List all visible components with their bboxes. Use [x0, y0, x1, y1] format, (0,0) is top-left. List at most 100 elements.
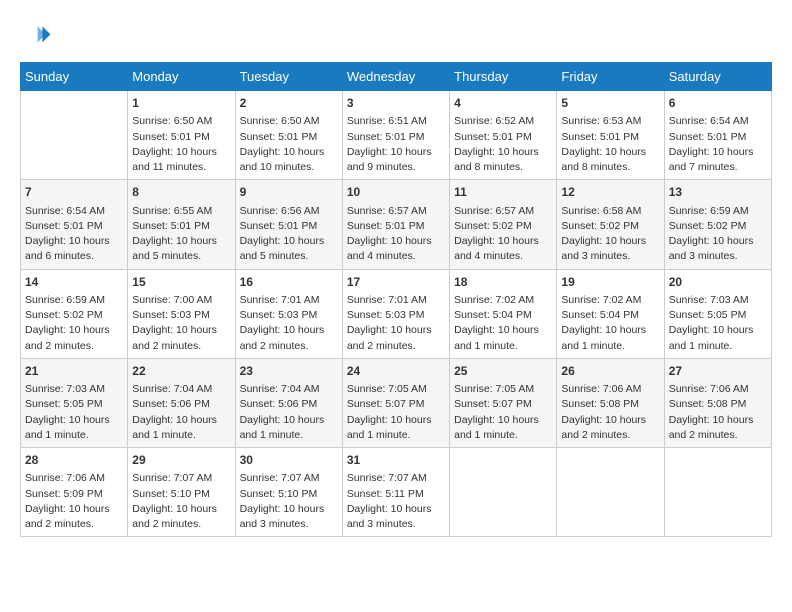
day-info: and 5 minutes.	[132, 249, 230, 264]
day-info: Daylight: 10 hours	[669, 145, 767, 160]
day-info: Sunset: 5:01 PM	[347, 219, 445, 234]
day-info: Daylight: 10 hours	[25, 413, 123, 428]
day-info: and 2 minutes.	[669, 428, 767, 443]
day-info: Daylight: 10 hours	[240, 323, 338, 338]
day-info: Daylight: 10 hours	[669, 413, 767, 428]
day-info: Sunset: 5:09 PM	[25, 487, 123, 502]
day-number: 27	[669, 363, 767, 380]
calendar-cell: 1Sunrise: 6:50 AMSunset: 5:01 PMDaylight…	[128, 91, 235, 180]
day-info: and 3 minutes.	[347, 517, 445, 532]
day-info: Sunrise: 6:59 AM	[669, 204, 767, 219]
day-number: 18	[454, 274, 552, 291]
day-info: Sunrise: 6:54 AM	[669, 114, 767, 129]
day-info: Daylight: 10 hours	[454, 145, 552, 160]
day-number: 10	[347, 184, 445, 201]
day-info: Sunset: 5:03 PM	[347, 308, 445, 323]
day-info: Daylight: 10 hours	[25, 234, 123, 249]
day-info: Daylight: 10 hours	[347, 502, 445, 517]
calendar-cell: 31Sunrise: 7:07 AMSunset: 5:11 PMDayligh…	[342, 448, 449, 537]
day-number: 24	[347, 363, 445, 380]
calendar-cell: 20Sunrise: 7:03 AMSunset: 5:05 PMDayligh…	[664, 269, 771, 358]
day-number: 3	[347, 95, 445, 112]
day-info: and 1 minute.	[240, 428, 338, 443]
day-info: Sunrise: 7:07 AM	[240, 471, 338, 486]
weekday-header-friday: Friday	[557, 63, 664, 91]
day-number: 13	[669, 184, 767, 201]
day-info: and 1 minute.	[454, 339, 552, 354]
day-info: Sunrise: 7:06 AM	[669, 382, 767, 397]
calendar-cell: 29Sunrise: 7:07 AMSunset: 5:10 PMDayligh…	[128, 448, 235, 537]
calendar-cell: 14Sunrise: 6:59 AMSunset: 5:02 PMDayligh…	[21, 269, 128, 358]
day-info: Sunrise: 6:54 AM	[25, 204, 123, 219]
calendar-cell: 13Sunrise: 6:59 AMSunset: 5:02 PMDayligh…	[664, 180, 771, 269]
day-info: and 10 minutes.	[240, 160, 338, 175]
weekday-header-wednesday: Wednesday	[342, 63, 449, 91]
day-number: 15	[132, 274, 230, 291]
day-info: Daylight: 10 hours	[669, 234, 767, 249]
day-info: and 1 minute.	[347, 428, 445, 443]
day-info: Sunset: 5:08 PM	[669, 397, 767, 412]
day-info: Sunrise: 7:03 AM	[669, 293, 767, 308]
calendar-cell: 18Sunrise: 7:02 AMSunset: 5:04 PMDayligh…	[450, 269, 557, 358]
day-number: 28	[25, 452, 123, 469]
day-info: Sunset: 5:03 PM	[240, 308, 338, 323]
day-info: and 1 minute.	[132, 428, 230, 443]
day-info: Daylight: 10 hours	[240, 234, 338, 249]
calendar-cell: 8Sunrise: 6:55 AMSunset: 5:01 PMDaylight…	[128, 180, 235, 269]
day-info: Sunset: 5:01 PM	[132, 130, 230, 145]
day-info: and 11 minutes.	[132, 160, 230, 175]
day-info: and 2 minutes.	[240, 339, 338, 354]
weekday-header-saturday: Saturday	[664, 63, 771, 91]
day-number: 22	[132, 363, 230, 380]
day-number: 25	[454, 363, 552, 380]
day-number: 2	[240, 95, 338, 112]
day-info: Daylight: 10 hours	[25, 323, 123, 338]
day-number: 1	[132, 95, 230, 112]
calendar-cell: 25Sunrise: 7:05 AMSunset: 5:07 PMDayligh…	[450, 358, 557, 447]
day-info: and 3 minutes.	[561, 249, 659, 264]
day-info: Sunrise: 7:02 AM	[454, 293, 552, 308]
day-info: and 3 minutes.	[669, 249, 767, 264]
calendar-cell: 28Sunrise: 7:06 AMSunset: 5:09 PMDayligh…	[21, 448, 128, 537]
day-info: Sunset: 5:08 PM	[561, 397, 659, 412]
day-number: 19	[561, 274, 659, 291]
calendar-cell: 7Sunrise: 6:54 AMSunset: 5:01 PMDaylight…	[21, 180, 128, 269]
calendar-cell: 16Sunrise: 7:01 AMSunset: 5:03 PMDayligh…	[235, 269, 342, 358]
calendar-cell: 15Sunrise: 7:00 AMSunset: 5:03 PMDayligh…	[128, 269, 235, 358]
calendar-cell: 5Sunrise: 6:53 AMSunset: 5:01 PMDaylight…	[557, 91, 664, 180]
day-info: Sunset: 5:06 PM	[240, 397, 338, 412]
day-number: 5	[561, 95, 659, 112]
day-info: Sunrise: 7:07 AM	[132, 471, 230, 486]
day-info: Sunset: 5:11 PM	[347, 487, 445, 502]
calendar-cell: 19Sunrise: 7:02 AMSunset: 5:04 PMDayligh…	[557, 269, 664, 358]
day-info: Sunset: 5:01 PM	[454, 130, 552, 145]
calendar-cell: 6 Sunrise: 6:54 AMSunset: 5:01 PMDaylight…	[664, 91, 771, 180]
day-number: 6	[669, 95, 767, 112]
day-info: Sunset: 5:02 PM	[561, 219, 659, 234]
day-info: Daylight: 10 hours	[132, 323, 230, 338]
day-number: 17	[347, 274, 445, 291]
day-info: Sunrise: 6:57 AM	[347, 204, 445, 219]
day-info: Sunset: 5:01 PM	[669, 130, 767, 145]
day-info: Daylight: 10 hours	[561, 234, 659, 249]
day-info: Sunrise: 6:56 AM	[240, 204, 338, 219]
day-info: and 1 minute.	[454, 428, 552, 443]
day-info: Sunrise: 7:07 AM	[347, 471, 445, 486]
day-info: and 2 minutes.	[347, 339, 445, 354]
day-info: and 7 minutes.	[669, 160, 767, 175]
day-info: Daylight: 10 hours	[561, 145, 659, 160]
day-number: 21	[25, 363, 123, 380]
day-info: Sunset: 5:05 PM	[669, 308, 767, 323]
day-number: 14	[25, 274, 123, 291]
day-info: Sunset: 5:10 PM	[132, 487, 230, 502]
day-info: Sunset: 5:07 PM	[454, 397, 552, 412]
day-info: Daylight: 10 hours	[347, 413, 445, 428]
logo	[20, 20, 56, 52]
day-info: and 9 minutes.	[347, 160, 445, 175]
day-info: Sunset: 5:07 PM	[347, 397, 445, 412]
day-number: 16	[240, 274, 338, 291]
logo-icon	[20, 20, 52, 52]
day-info: Sunset: 5:01 PM	[132, 219, 230, 234]
calendar-cell: 21Sunrise: 7:03 AMSunset: 5:05 PMDayligh…	[21, 358, 128, 447]
day-info: Sunset: 5:04 PM	[454, 308, 552, 323]
